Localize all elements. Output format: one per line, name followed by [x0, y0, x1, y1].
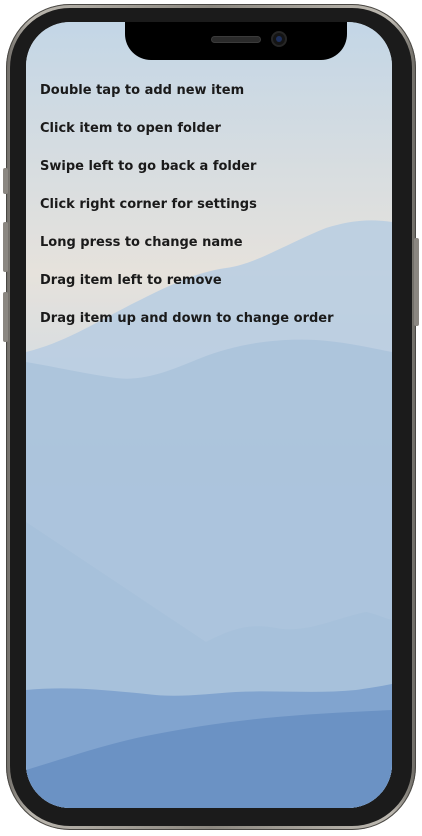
screen: Double tap to add new item Click item to…: [26, 22, 392, 808]
speaker-icon: [211, 36, 261, 43]
volume-down-button: [3, 292, 8, 342]
camera-lens: [276, 36, 282, 42]
instruction-add-item: Double tap to add new item: [40, 83, 245, 98]
instruction-go-back: Swipe left to go back a folder: [40, 159, 257, 174]
instruction-settings: Click right corner for settings: [40, 197, 257, 212]
volume-up-button: [3, 222, 8, 272]
mute-switch: [3, 168, 8, 194]
instruction-change-name: Long press to change name: [40, 235, 243, 250]
notch: [125, 22, 347, 60]
power-button: [414, 238, 419, 326]
instruction-change-order: Drag item up and down to change order: [40, 311, 334, 326]
instructions-list: Double tap to add new item Click item to…: [40, 80, 334, 346]
camera-icon: [271, 31, 287, 47]
instruction-remove-item: Drag item left to remove: [40, 273, 222, 288]
instruction-open-folder: Click item to open folder: [40, 121, 221, 136]
